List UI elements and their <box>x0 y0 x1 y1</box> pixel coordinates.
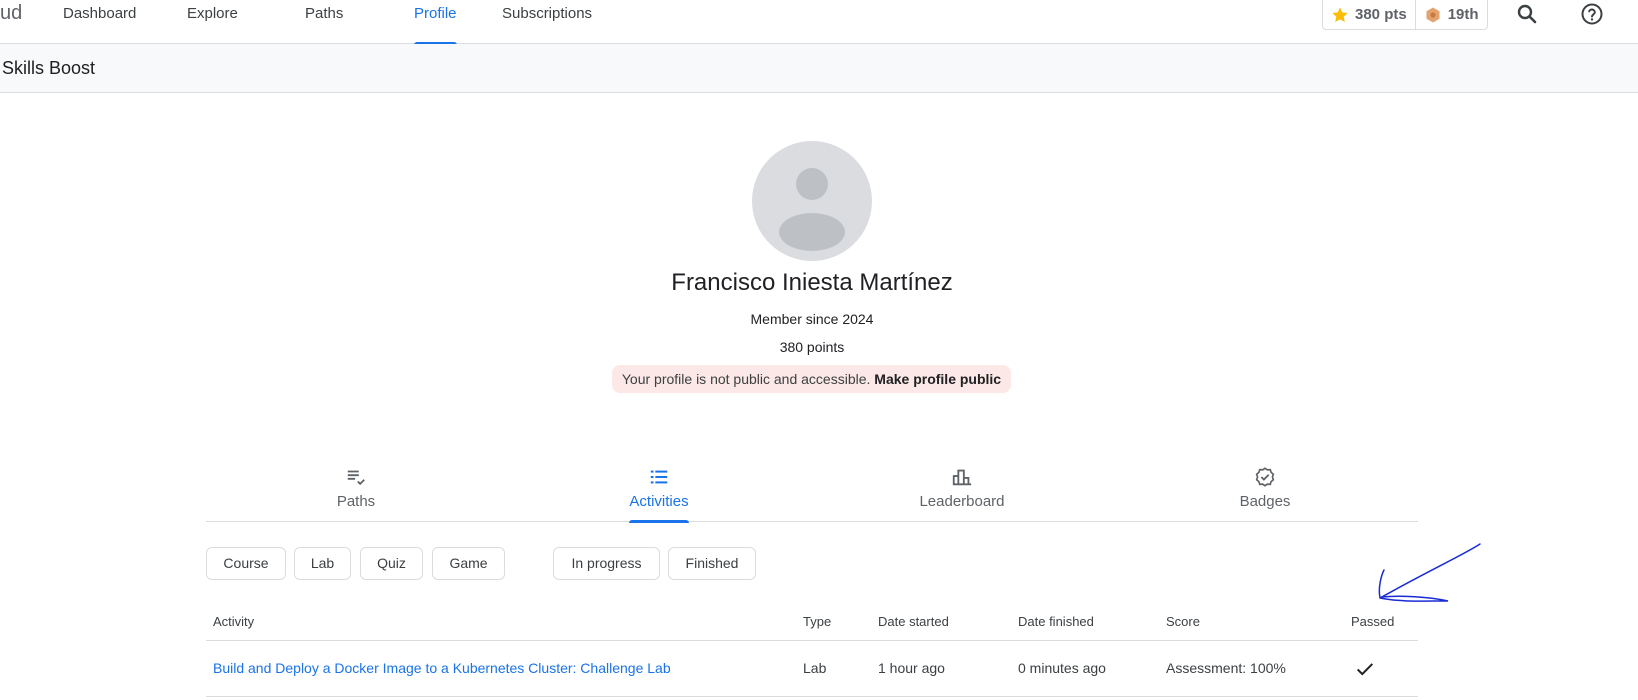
list-icon <box>650 470 668 484</box>
sub-header: Skills Boost <box>0 44 1638 93</box>
filter-course[interactable]: Course <box>206 547 286 580</box>
filter-quiz[interactable]: Quiz <box>360 547 423 580</box>
user-stats[interactable]: 380 pts 19th <box>1322 0 1488 30</box>
rank-stat[interactable]: 19th <box>1414 0 1487 30</box>
tab-label: Activities <box>629 493 689 510</box>
product-title: Skills Boost <box>2 58 96 78</box>
column-header-score[interactable]: Score <box>1166 614 1200 629</box>
privacy-notice: Your profile is not public and accessibl… <box>612 365 1011 393</box>
avatar <box>752 141 872 261</box>
playlist-check-icon <box>347 470 365 486</box>
brand-logo-fragment[interactable]: ud <box>0 2 22 25</box>
activity-link[interactable]: Build and Deploy a Docker Image to a Kub… <box>213 660 671 676</box>
profile-tabs: Paths Activities Leaderboard Badges <box>206 460 1418 523</box>
activity-date-finished: 0 minutes ago <box>1018 660 1106 676</box>
table-header-divider <box>206 640 1418 641</box>
column-header-activity[interactable]: Activity <box>213 614 254 629</box>
top-nav: ud Dashboard Explore Paths Profile Subsc… <box>0 0 1638 45</box>
member-since: Member since 2024 <box>750 311 874 327</box>
tab-label: Paths <box>336 493 376 510</box>
tab-badges[interactable]: Badges <box>1205 460 1325 522</box>
passed-check-icon <box>1356 663 1374 676</box>
column-header-passed[interactable]: Passed <box>1351 614 1394 629</box>
nav-profile[interactable]: Profile <box>414 6 457 45</box>
profile-points: 380 points <box>779 339 845 355</box>
column-header-type[interactable]: Type <box>803 614 831 629</box>
privacy-notice-text: Your profile is not public and accessibl… <box>621 371 871 387</box>
filter-in-progress[interactable]: In progress <box>553 547 660 580</box>
nav-paths[interactable]: Paths <box>305 6 343 44</box>
activity-score: Assessment: 100% <box>1166 660 1286 676</box>
tab-activities[interactable]: Activities <box>599 460 719 523</box>
annotation-arrow-icon <box>1378 543 1481 602</box>
person-icon <box>779 168 845 251</box>
tab-paths[interactable]: Paths <box>296 460 416 522</box>
league-badge-icon <box>1426 7 1440 22</box>
nav-explore[interactable]: Explore <box>187 6 238 44</box>
help-icon[interactable] <box>1580 2 1604 26</box>
points-value: 380 pts <box>1355 6 1407 23</box>
nav-subscriptions[interactable]: Subscriptions <box>502 6 592 44</box>
nav-dashboard[interactable]: Dashboard <box>63 6 136 44</box>
star-icon <box>1332 7 1348 22</box>
points-stat[interactable]: 380 pts <box>1323 0 1415 30</box>
filter-game[interactable]: Game <box>432 547 505 580</box>
filter-finished[interactable]: Finished <box>668 547 756 580</box>
activity-type: Lab <box>803 660 827 676</box>
column-header-date-started[interactable]: Date started <box>878 614 949 629</box>
filter-lab[interactable]: Lab <box>294 547 351 580</box>
table-row-divider <box>206 696 1418 697</box>
make-profile-public-link[interactable]: Make profile public <box>874 371 1001 387</box>
leaderboard-icon <box>952 469 972 486</box>
search-icon[interactable] <box>1515 2 1539 26</box>
activity-date-started: 1 hour ago <box>878 660 945 676</box>
tab-label: Leaderboard <box>919 493 1005 510</box>
profile-name: Francisco Iniesta Martínez <box>671 269 953 296</box>
verified-badge-icon <box>1255 467 1275 487</box>
column-header-date-finished[interactable]: Date finished <box>1018 614 1094 629</box>
rank-value: 19th <box>1447 6 1479 23</box>
tab-label: Badges <box>1239 493 1291 510</box>
tab-leaderboard[interactable]: Leaderboard <box>902 460 1022 522</box>
